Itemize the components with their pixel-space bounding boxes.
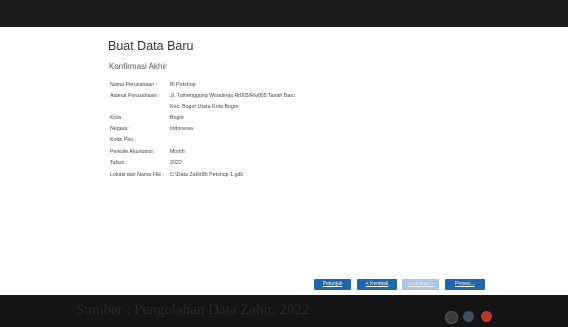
page-title: Buat Data Baru [108,39,194,53]
field-label: Alamat Perusahaan : [110,93,160,99]
tray-app-icon[interactable] [481,311,492,322]
field-label: Kota : [110,115,124,121]
field-label: Lokasi dan Nama File : [110,172,165,178]
back-button[interactable]: < Kembali [357,279,397,290]
tray-app-icon[interactable] [445,311,458,324]
field-value: Bogor [170,115,185,121]
top-bar [0,0,568,27]
field-value: Jl. Tumenggung Wiradireja Rt003/Rw005 Ta… [170,93,296,99]
field-value: C:\Data Zahir\Bi Petshop 1.gdb [170,172,244,178]
field-value: Indonesia [170,126,193,132]
field-value: Month [170,149,185,155]
section-title: Konfirmasi Akhir [109,62,167,71]
tray-app-icon[interactable] [463,311,474,322]
wizard-window: Buat Data Baru Konfirmasi Akhir Nama Per… [0,27,568,295]
figure-caption: Sumber : Pengolahan Data Zahir, 2022 [76,302,310,318]
process-button[interactable]: Proses... [445,279,485,290]
field-value: Bi Petshop [170,82,196,88]
help-button[interactable]: Petunjuk [314,279,351,290]
field-value: 2022 [170,160,182,166]
field-label: Tahun : [110,160,128,166]
field-label: Kode Pos : [110,137,136,143]
field-label: Periode Akuntansi : [110,149,156,155]
field-label: Nama Perusahaan : [110,82,158,88]
field-label: Negara : [110,126,131,132]
next-button[interactable]: Lanjutkan > [402,279,439,290]
field-value: Kec. Bogor Utara Kota Bogor [170,104,239,110]
